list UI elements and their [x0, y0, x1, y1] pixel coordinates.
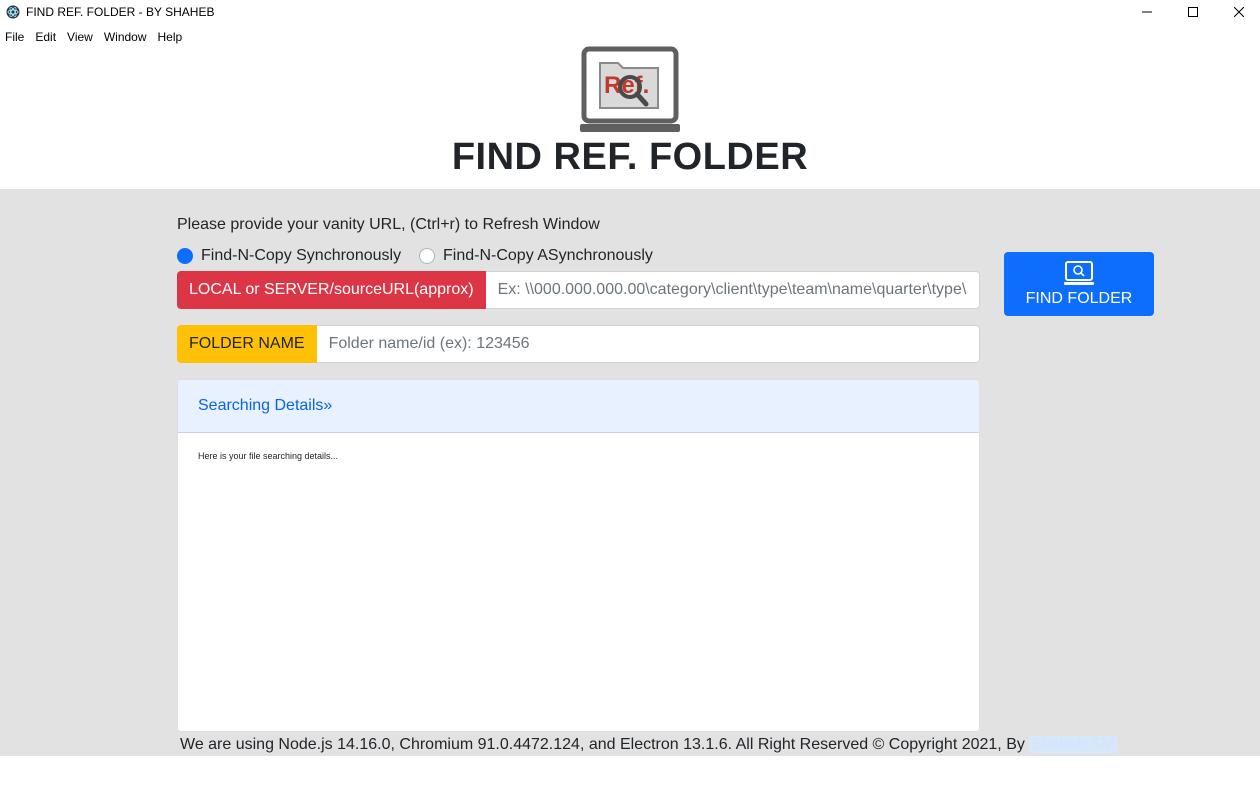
radio-unchecked-icon[interactable]: [419, 248, 435, 264]
main-content: Please provide your vanity URL, (Ctrl+r)…: [0, 189, 1260, 756]
folder-name-input[interactable]: [316, 325, 980, 363]
radio-async-label: Find-N-Copy ASynchronously: [443, 247, 653, 264]
maximize-icon: [1188, 7, 1198, 17]
searching-details-title: Searching Details»: [198, 397, 333, 414]
app-heading: FIND REF. FOLDER: [451, 136, 809, 178]
footer: We are using Node.js 14.16.0, Chromium 9…: [180, 736, 1117, 754]
folder-name-label: FOLDER NAME: [177, 325, 317, 363]
instruction-text: Please provide your vanity URL, (Ctrl+r)…: [177, 216, 600, 233]
radio-checked-icon[interactable]: [177, 248, 193, 264]
close-icon: [1234, 7, 1244, 17]
minimize-button[interactable]: [1124, 0, 1170, 24]
laptop-search-icon: [1064, 261, 1094, 285]
author-link[interactable]: Shaheb SM: [1029, 736, 1117, 753]
source-url-input[interactable]: [485, 271, 980, 309]
find-folder-label: FIND FOLDER: [1025, 290, 1133, 307]
radio-async[interactable]: Find-N-Copy ASynchronously: [419, 247, 653, 265]
menu-help[interactable]: Help: [153, 28, 189, 46]
menu-bar: File Edit View Window Help: [0, 28, 188, 46]
menu-window[interactable]: Window: [99, 28, 153, 46]
window-title: FIND REF. FOLDER - BY SHAHEB: [26, 5, 215, 19]
minimize-icon: [1142, 11, 1152, 13]
window-titlebar: FIND REF. FOLDER - BY SHAHEB: [0, 0, 1260, 24]
laptop-magnifier-ref-icon: Ref.: [580, 46, 680, 132]
menu-edit[interactable]: Edit: [30, 28, 62, 46]
close-button[interactable]: [1216, 0, 1260, 24]
searching-details-toggle[interactable]: Searching Details»: [178, 380, 979, 433]
radio-sync-label: Find-N-Copy Synchronously: [201, 247, 402, 264]
folder-name-group: FOLDER NAME: [177, 325, 980, 363]
menu-file[interactable]: File: [0, 28, 30, 46]
find-folder-button[interactable]: FIND FOLDER: [1004, 252, 1154, 316]
searching-details-body: Here is your file searching details...: [198, 451, 339, 461]
searching-details-panel: Searching Details» Here is your file sea…: [177, 379, 980, 732]
footer-text: We are using Node.js 14.16.0, Chromium 9…: [180, 736, 1025, 753]
menu-view[interactable]: View: [62, 28, 99, 46]
maximize-button[interactable]: [1170, 0, 1216, 24]
source-url-label: LOCAL or SERVER/sourceURL(approx): [177, 271, 486, 309]
radio-sync[interactable]: Find-N-Copy Synchronously: [177, 247, 401, 265]
electron-app-icon: [6, 5, 20, 19]
source-url-group: LOCAL or SERVER/sourceURL(approx): [177, 271, 980, 309]
